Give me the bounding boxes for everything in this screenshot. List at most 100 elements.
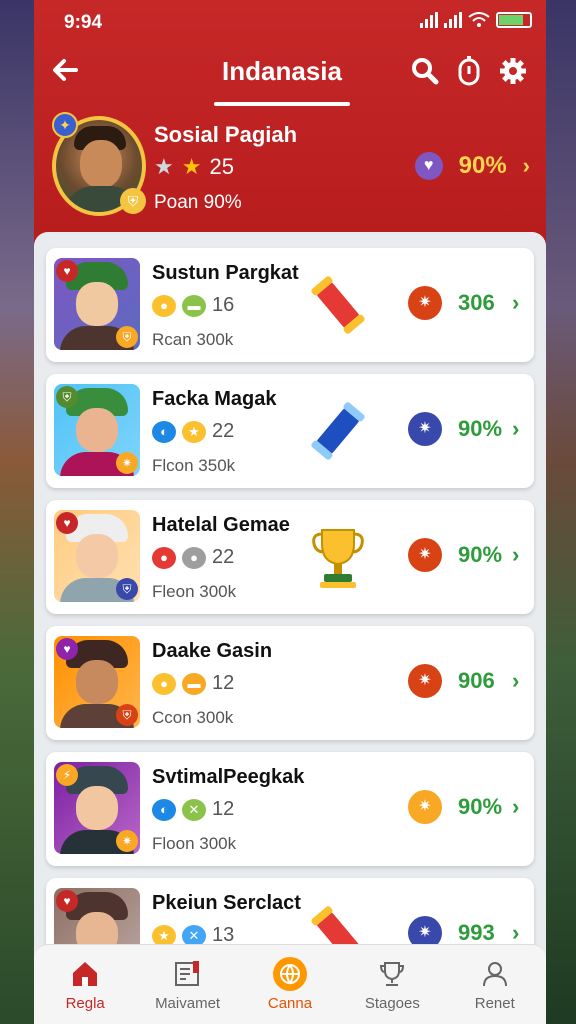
player-stat-value: 16 <box>212 294 235 316</box>
star-icon: ★ <box>181 154 202 179</box>
medal-icon: ✷ <box>408 664 442 698</box>
star-icon: ★ <box>182 420 206 443</box>
player-card[interactable]: ⛨ ✷ Facka Magak ◐ ★ 22 Flcon 350k ✷ 90% … <box>46 374 534 488</box>
signal-2-icon <box>444 12 462 28</box>
chevron-right-icon: › <box>512 794 520 819</box>
tools-icon: ✕ <box>182 798 206 821</box>
player-percent: 906 <box>458 668 495 693</box>
player-subtitle: Fleon 300k <box>152 582 237 601</box>
nav-item-stagoes[interactable]: Stagoes <box>344 957 440 1012</box>
profile-summary[interactable]: ✦ ⛨ Sosial Pagiah ★ ★ 25 Poan 90% ♥ 90% … <box>50 112 530 220</box>
moon-icon: ◐ <box>152 420 176 443</box>
player-subtitle: Flcon 350k <box>152 456 236 475</box>
chevron-right-icon: › <box>512 920 520 945</box>
trophy-icon <box>375 957 409 991</box>
medal-icon: ✷ <box>408 286 442 320</box>
chevron-right-icon: › <box>512 290 520 315</box>
player-card[interactable]: ⚡ ✷ SvtimalPeegkak ◐ ✕ 12 Floon 300k ✷ 9… <box>46 752 534 866</box>
profile-star-count: 25 <box>209 154 234 179</box>
header-panel: 9:94 Indanasia ✦ ⛨ Sosial Pagiah ★ ★ 25 … <box>34 0 546 250</box>
ruby-icon: ● <box>152 546 176 569</box>
player-stats: ◐ ★ 22 <box>152 420 234 443</box>
player-stat-value: 12 <box>212 798 235 820</box>
heart-icon: ♥ <box>56 512 78 534</box>
status-icons <box>420 12 532 28</box>
gear-icon[interactable] <box>498 56 528 86</box>
signal-icon <box>420 12 438 28</box>
player-name: Sustun Pargkat <box>152 262 299 284</box>
cash-icon: ▬ <box>182 294 206 317</box>
nav-label: Stagoes <box>364 995 420 1012</box>
shield-icon: ⛨ <box>116 578 138 600</box>
player-percent: 306 <box>458 290 495 315</box>
heart-icon: ♥ <box>56 890 78 912</box>
red-scroll-icon <box>311 276 365 334</box>
player-avatar: ♥ ⛨ <box>54 636 140 728</box>
player-avatar: ♥ ⛨ <box>54 510 140 602</box>
player-percent: 90% <box>458 416 503 441</box>
title-underline <box>214 102 350 106</box>
player-name: Daake Gasin <box>152 640 273 662</box>
timer-icon[interactable] <box>454 56 484 86</box>
player-subtitle: Rcan 300k <box>152 330 234 349</box>
page-title: Indanasia <box>222 56 342 86</box>
player-subtitle: Floon 300k <box>152 834 237 853</box>
nav-label: Regla <box>65 995 105 1012</box>
player-percent: 90% <box>458 542 503 567</box>
player-percent: 90% <box>458 794 503 819</box>
top-icons <box>410 56 528 86</box>
nav-item-maivamet[interactable]: Maivamet <box>140 957 236 1012</box>
player-card[interactable]: ♥ ⛨ Hatelal Gemae ● ● 22 Fleon 300k ✷ 90… <box>46 500 534 614</box>
gear-badge-icon: ✷ <box>116 452 138 474</box>
heart-icon: ♥ <box>56 260 78 282</box>
player-subtitle: Ccon 300k <box>152 708 234 727</box>
shield-icon: ⛨ <box>120 188 146 214</box>
player-name: SvtimalPeegkak <box>152 766 305 788</box>
rank-badge-icon: ✦ <box>52 112 78 138</box>
cash-icon: ▬ <box>182 672 206 695</box>
heart-icon: ♥ <box>56 638 78 660</box>
profile-progress[interactable]: ♥ 90% › <box>414 152 530 180</box>
nav-label: Renet <box>474 995 515 1012</box>
bottom-nav: Regla Maivamet Canna Stagoes Renet <box>34 944 546 1024</box>
lightning-icon: ⚡ <box>56 764 78 786</box>
player-stats: ◐ ✕ 12 <box>152 798 234 821</box>
shield-icon: ⛨ <box>56 386 78 408</box>
moon-icon: ◐ <box>152 798 176 821</box>
coins-icon: ● <box>152 672 176 695</box>
nav-item-renet[interactable]: Renet <box>447 957 543 1012</box>
globe-icon <box>272 957 307 991</box>
profile-icon <box>478 957 512 991</box>
chevron-right-icon: › <box>512 668 520 693</box>
nav-label: Maivamet <box>155 995 221 1012</box>
player-percent: 993 <box>458 920 495 945</box>
app-screen: 9:94 Indanasia ✦ ⛨ Sosial Pagiah ★ ★ 25 … <box>34 0 546 1024</box>
player-stats: ● ● 22 <box>152 546 234 569</box>
player-card[interactable]: ♥ ⛨ Daake Gasin ● ▬ 12 Ccon 300k ✷ 906 › <box>46 626 534 740</box>
top-bar: Indanasia <box>34 48 546 106</box>
nav-label: Canna <box>267 995 313 1012</box>
search-icon[interactable] <box>410 56 440 86</box>
home-icon <box>68 957 102 991</box>
player-avatar: ♥ ⛨ <box>54 258 140 350</box>
blue-scroll-icon <box>311 402 365 460</box>
player-stat-value: 22 <box>212 546 235 568</box>
nav-item-canna[interactable]: Canna <box>242 957 338 1012</box>
player-name: Facka Magak <box>152 388 277 410</box>
back-arrow-icon[interactable] <box>50 54 86 90</box>
player-avatar: ⛨ ✷ <box>54 384 140 476</box>
shield-icon: ⛨ <box>116 704 138 726</box>
nav-item-regla[interactable]: Regla <box>37 957 133 1012</box>
medal-icon: ✷ <box>408 790 442 824</box>
silver-coin-icon: ● <box>182 546 206 569</box>
profile-subtitle: Poan 90% <box>154 192 242 213</box>
chevron-right-icon: › <box>512 416 520 441</box>
player-avatar: ⚡ ✷ <box>54 762 140 854</box>
status-time: 9:94 <box>64 12 103 33</box>
star-outline-icon: ★ <box>154 154 174 179</box>
gear-badge-icon: ✷ <box>116 830 138 852</box>
player-card[interactable]: ♥ ⛨ Sustun Pargkat ● ▬ 16 Rcan 300k ✷ 30… <box>46 248 534 362</box>
chevron-right-icon: › <box>512 542 520 567</box>
profile-stars: ★ ★ 25 <box>154 154 234 180</box>
medal-icon: ✷ <box>408 538 442 572</box>
